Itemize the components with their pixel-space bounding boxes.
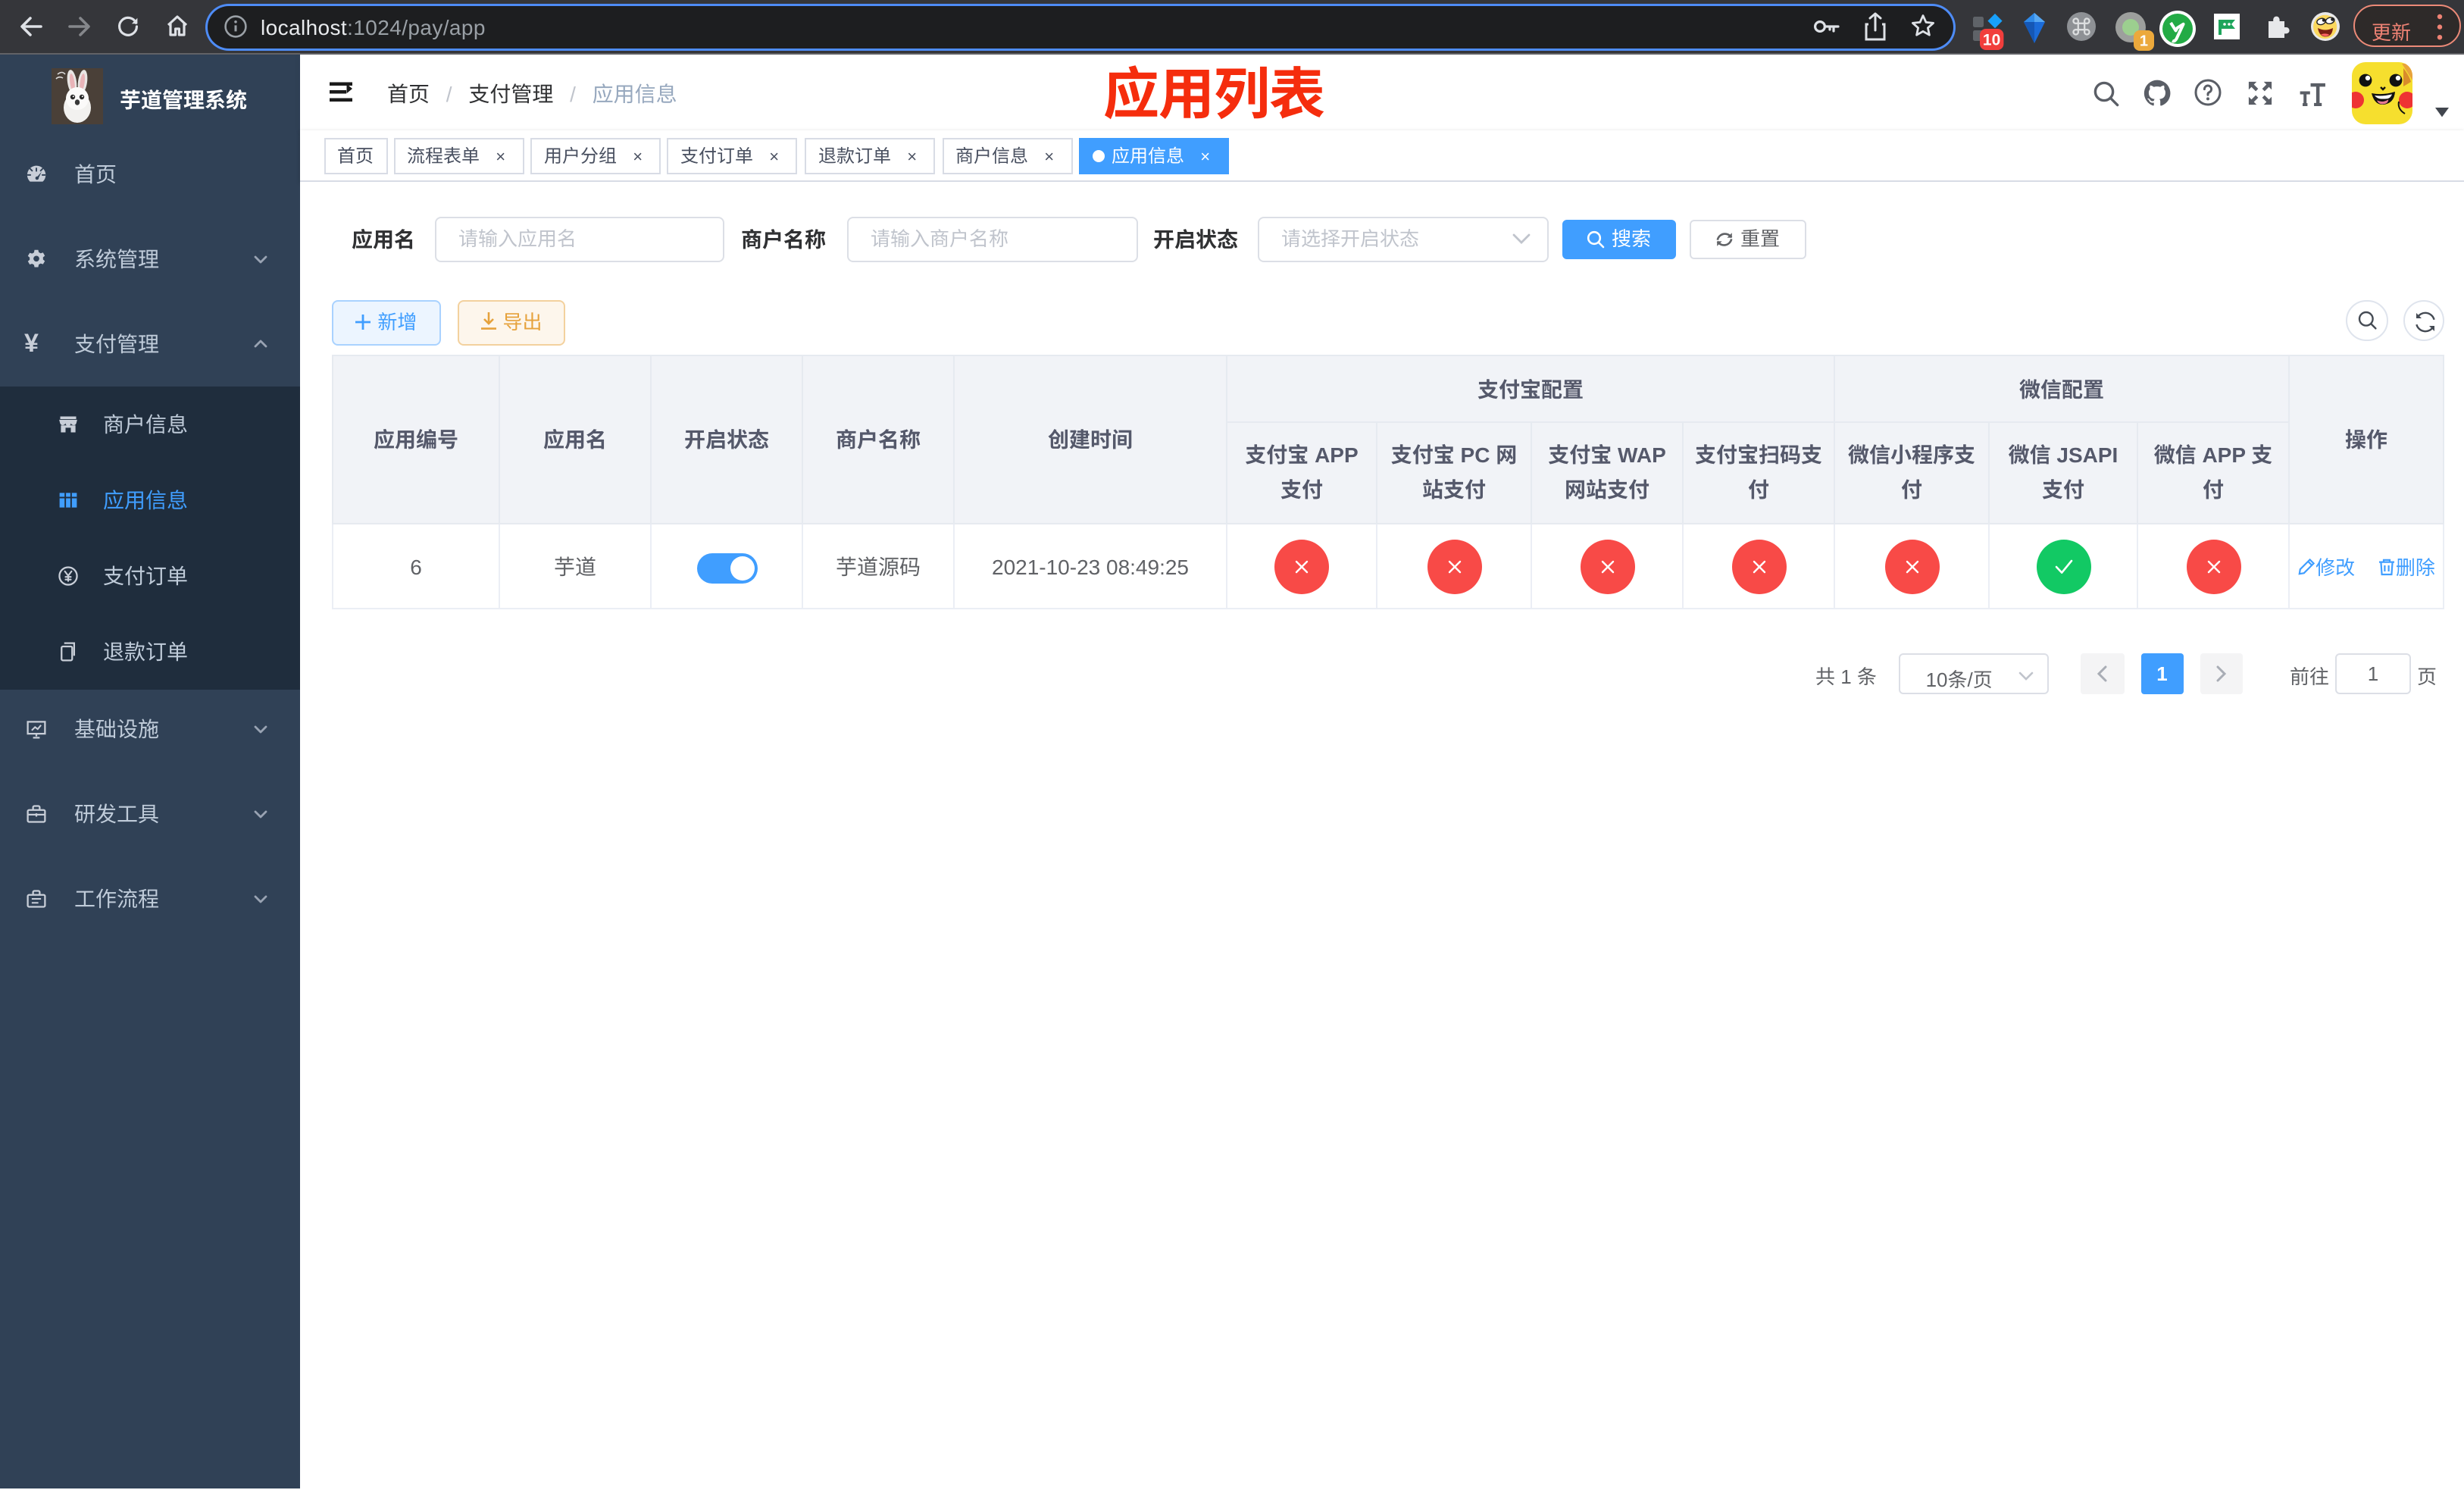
svg-text:10: 10 <box>1983 32 2000 49</box>
svg-text:1: 1 <box>2140 33 2148 50</box>
